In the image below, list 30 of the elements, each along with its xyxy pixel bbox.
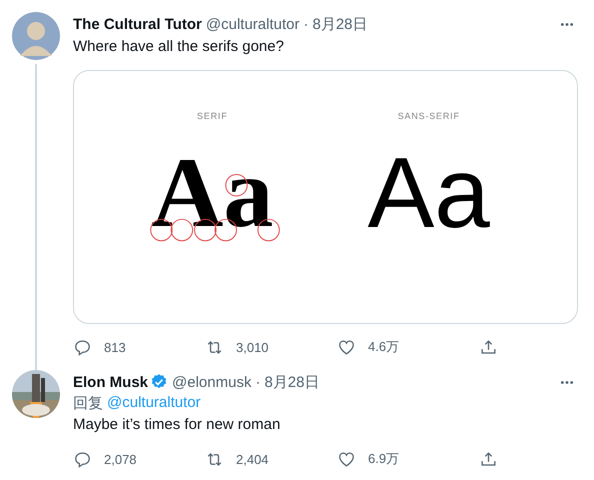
panel-label: SANS-SERIF <box>398 111 460 121</box>
tweet-text: Where have all the serifs gone? <box>73 37 285 57</box>
separator: · <box>255 374 260 390</box>
reply-icon[interactable] <box>73 450 92 468</box>
like-count: 4.6万 <box>368 338 400 356</box>
letter-sample: Aa <box>366 136 491 251</box>
author-name[interactable]: The Cultural Tutor <box>73 16 202 32</box>
letter-sample: Aa <box>139 131 286 255</box>
share-icon[interactable] <box>479 338 498 356</box>
tweet-date[interactable]: 8月28日 <box>312 14 368 34</box>
like-count: 6.9万 <box>368 450 400 468</box>
retweet-count: 2,404 <box>236 452 269 466</box>
reply-label: 回复 <box>73 394 103 413</box>
author-name[interactable]: Elon Musk <box>73 374 148 390</box>
reply-count: 2,078 <box>104 452 137 466</box>
reply-icon[interactable] <box>73 338 92 356</box>
media-card[interactable]: SERIF Aa SANS-SERIF Aa <box>73 70 578 324</box>
user-handle[interactable]: @elonmusk <box>172 374 252 390</box>
more-icon[interactable] <box>560 380 574 384</box>
heart-icon[interactable] <box>337 338 356 356</box>
tweet-text: Maybe it’s times for new roman <box>73 415 282 435</box>
user-handle[interactable]: @culturaltutor <box>206 16 300 32</box>
tweet-date[interactable]: 8月28日 <box>264 372 320 392</box>
more-icon[interactable] <box>560 22 574 26</box>
separator: · <box>304 16 308 32</box>
reply-count: 813 <box>104 340 126 354</box>
panel-label: SERIF <box>196 111 228 121</box>
retweet-count: 3,010 <box>236 340 269 354</box>
share-icon[interactable] <box>479 450 498 468</box>
heart-icon[interactable] <box>337 450 356 468</box>
